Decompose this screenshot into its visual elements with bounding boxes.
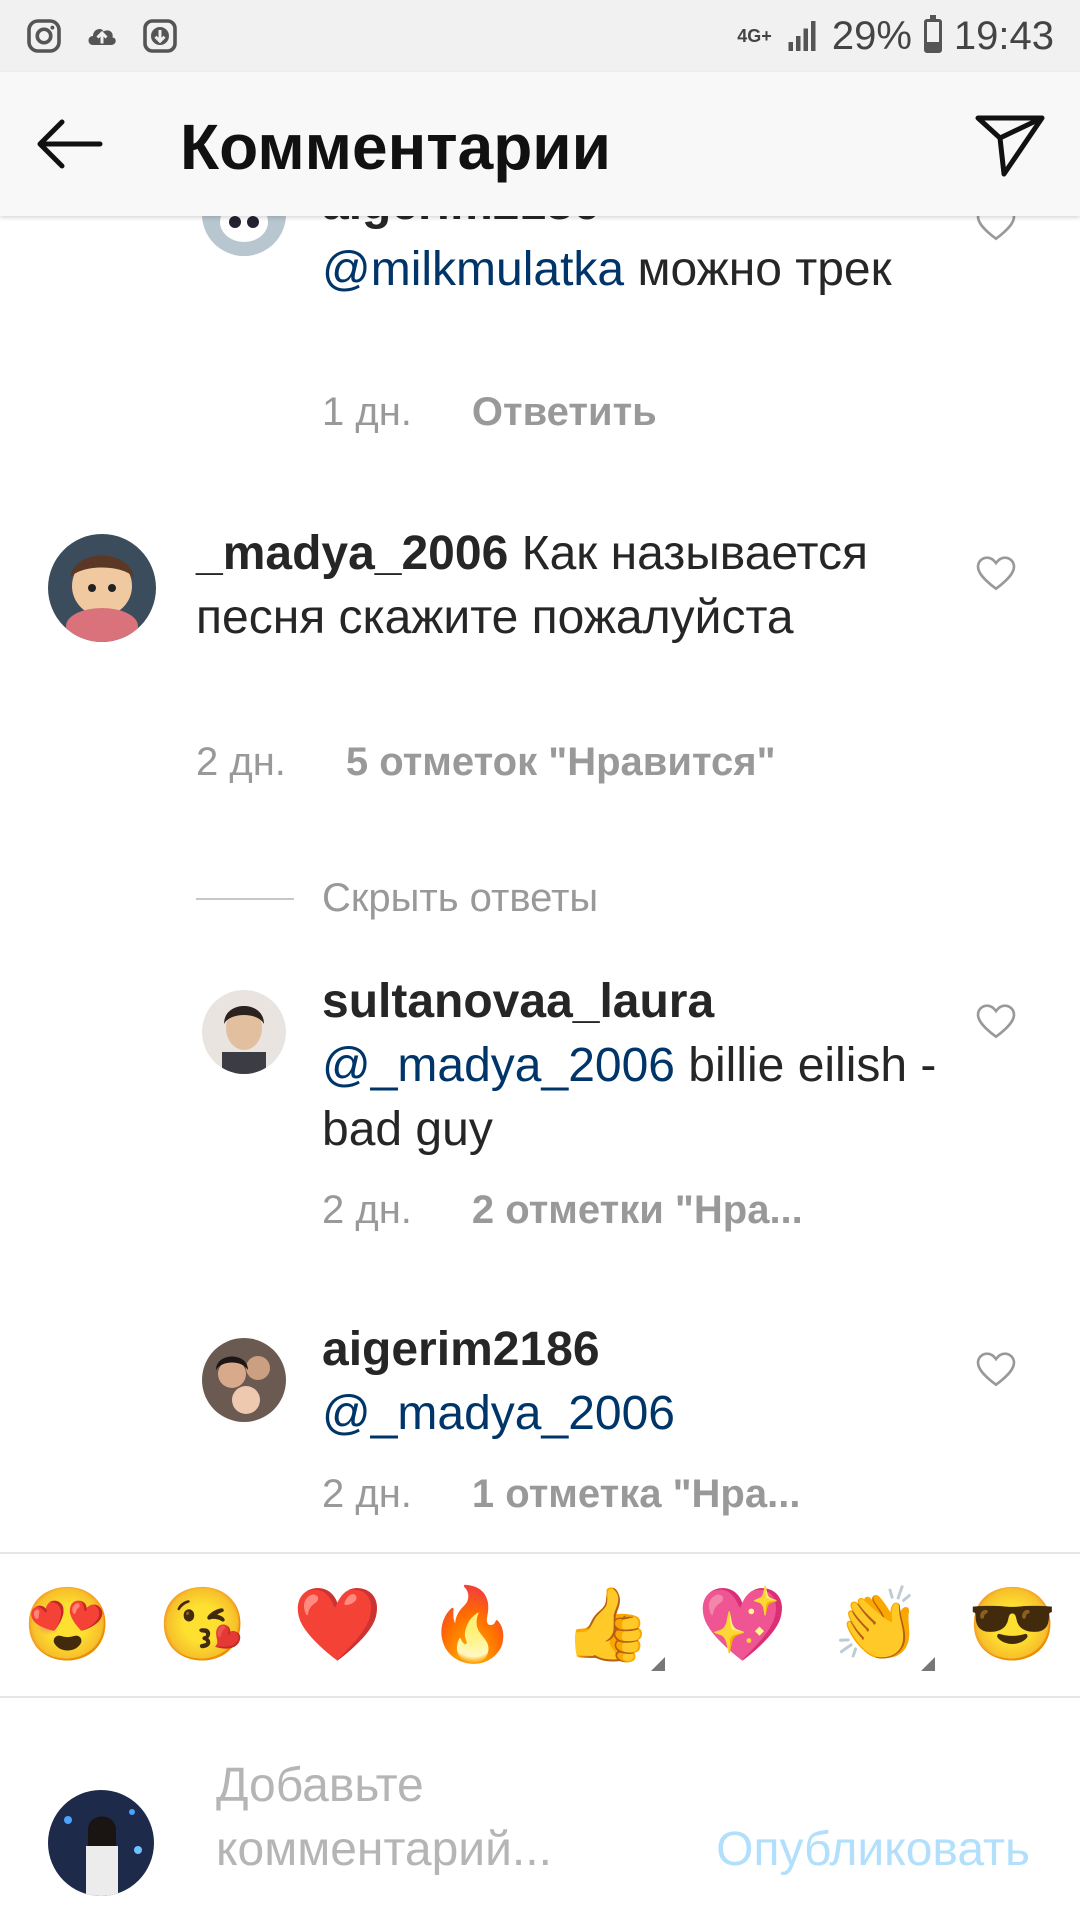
emoji-red-heart[interactable]: ❤️: [293, 1585, 383, 1665]
emoji-clapping[interactable]: 👏: [833, 1585, 935, 1671]
status-bar-right: 4G+ 29% 19:43: [737, 14, 1054, 59]
reply-item: sultanovaa_laura @_madya_2006 billie eil…: [0, 970, 1080, 1270]
comment-text: _madya_2006 Как называется песня скажите…: [196, 527, 868, 644]
current-user-avatar: [48, 1790, 154, 1896]
comment-time: 1 дн.: [322, 390, 412, 434]
comment-item: aigerim2186 @milkmulatka можно трек 1 дн…: [0, 216, 1080, 476]
avatar[interactable]: [48, 534, 156, 642]
comment-text: @milkmulatka можно трек: [322, 243, 892, 296]
heart-icon[interactable]: [976, 556, 1016, 592]
comment-username[interactable]: sultanovaa_laura: [322, 970, 942, 1034]
cartoon-avatar-image: [48, 534, 156, 642]
comments-list[interactable]: aigerim2186 @milkmulatka можно трек 1 дн…: [0, 216, 1080, 1552]
hide-replies-toggle[interactable]: Скрыть ответы: [196, 876, 598, 921]
user-photo-avatar-image: [48, 1790, 154, 1896]
comment-time: 2 дн.: [322, 1472, 412, 1516]
battery-fill: [926, 41, 939, 50]
status-bar: 4G+ 29% 19:43: [0, 0, 1080, 72]
publish-button[interactable]: Опубликовать: [716, 1822, 1030, 1877]
signal-icon: [788, 21, 816, 51]
emoji-sparkling-heart[interactable]: 💖: [698, 1585, 788, 1665]
emoji-heart-eyes[interactable]: 😍: [23, 1585, 113, 1665]
likes-count[interactable]: 5 отметок "Нравится": [346, 740, 776, 784]
network-indicator: 4G+: [737, 26, 772, 46]
comment-username[interactable]: aigerim2186: [322, 216, 942, 236]
likes-count[interactable]: 2 отметки "Нра...: [472, 1188, 803, 1232]
avatar[interactable]: [202, 990, 286, 1074]
heart-icon[interactable]: [976, 1352, 1016, 1388]
avatar[interactable]: [202, 216, 286, 256]
comment-text: @_madya_2006 billie eilish - bad guy: [322, 1039, 937, 1156]
skull-avatar-image: [202, 216, 286, 256]
reply-item: aigerim2186 @_madya_2006 2 дн. 1 отметка …: [0, 1318, 1080, 1552]
direct-send-icon[interactable]: [970, 108, 1050, 180]
cloud-upload-icon: [88, 28, 116, 45]
emoji-bar: 😍 😘 ❤️ 🔥 👍 💖 👏 😎: [0, 1552, 1080, 1698]
heart-icon[interactable]: [976, 216, 1016, 242]
emoji-sunglasses[interactable]: 😎: [968, 1585, 1058, 1665]
emoji-thumbs-up[interactable]: 👍: [563, 1585, 665, 1671]
mention-link[interactable]: @_madya_2006: [322, 1387, 675, 1440]
comment-meta: 2 дн. 5 отметок "Нравится": [196, 740, 776, 785]
back-arrow-icon[interactable]: [30, 108, 110, 180]
hide-replies-label: Скрыть ответы: [322, 876, 599, 920]
status-bar-left: [26, 18, 178, 54]
comment-composer: Добавьте комментарий... Опубликовать: [0, 1698, 1080, 1920]
family-photo-avatar-image: [202, 1338, 286, 1422]
comment-input[interactable]: Добавьте комментарий...: [216, 1754, 646, 1882]
comment-meta: 2 дн. 1 отметка "Нра...: [322, 1472, 800, 1517]
comment-meta: 2 дн. 2 отметки "Нра...: [322, 1188, 803, 1233]
clock: 19:43: [953, 13, 1054, 58]
likes-count[interactable]: 1 отметка "Нра...: [472, 1472, 801, 1516]
comment-username[interactable]: _madya_2006: [196, 527, 508, 580]
divider-line: [196, 897, 294, 900]
comment-meta: 1 дн. Ответить: [322, 390, 657, 435]
emoji-fire[interactable]: 🔥: [428, 1585, 518, 1665]
comment-text: @_madya_2006: [322, 1382, 942, 1446]
photo-avatar-image: [202, 990, 286, 1074]
comment-username[interactable]: aigerim2186: [322, 1318, 942, 1382]
battery-percent: 29%: [831, 13, 912, 58]
app-header: Комментарии: [0, 72, 1080, 216]
battery-icon: [923, 15, 942, 53]
mention-link[interactable]: @_madya_2006: [322, 1039, 675, 1092]
download-icon: [143, 19, 177, 53]
emoji-kiss[interactable]: 😘: [158, 1585, 248, 1665]
comment-time: 2 дн.: [322, 1188, 412, 1232]
heart-icon[interactable]: [976, 1004, 1016, 1040]
reply-button[interactable]: Ответить: [472, 390, 657, 434]
comment-time: 2 дн.: [196, 740, 286, 784]
comment-item: _madya_2006 Как называется песня скажите…: [0, 522, 1080, 862]
instagram-icon: [27, 19, 61, 53]
page-title: Комментарии: [180, 111, 611, 183]
avatar[interactable]: [202, 1338, 286, 1422]
mention-link[interactable]: @milkmulatka: [322, 243, 624, 296]
